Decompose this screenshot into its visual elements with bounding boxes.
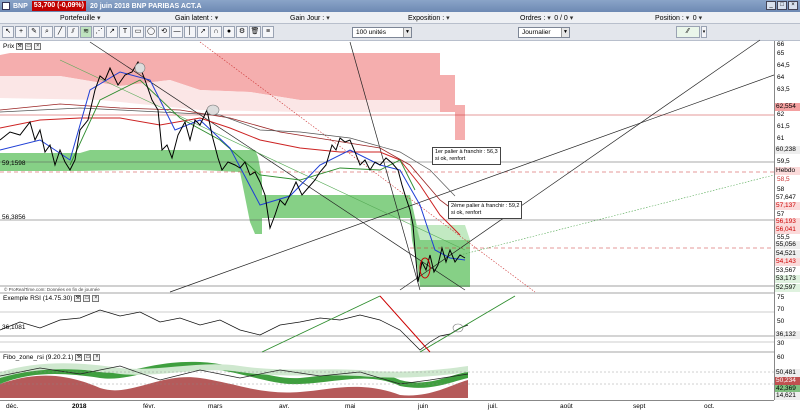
time-tick: oct.	[704, 403, 715, 410]
note-palier-1-line2: si ok, renfort	[451, 210, 482, 216]
highlight-circle-top	[134, 62, 146, 74]
price-tick: 61	[777, 135, 785, 142]
note-palier-2[interactable]: 1er palier à franchir : 56,3 si ok, renf…	[432, 147, 501, 165]
price-tick: 55,5	[777, 234, 790, 241]
chart-canvas[interactable]	[0, 0, 774, 400]
price-tick: 62	[777, 111, 785, 118]
price-tag: 57,137	[775, 202, 800, 210]
fibo-tag: 50,481	[775, 369, 800, 377]
price-tag: 54,521	[775, 250, 800, 258]
rsi-tick: 70	[777, 306, 785, 313]
rsi-level-label: 36,1081	[2, 324, 26, 331]
rsi-tick: 75	[777, 294, 785, 301]
price-tag: 52,597	[775, 284, 800, 292]
price-tag: 60,238	[775, 146, 800, 154]
time-tick: août	[560, 403, 573, 410]
fibo-axis[interactable]: 60 50,481 50,234 42,369 14,621	[774, 352, 800, 400]
time-tick: avr.	[279, 403, 290, 410]
fibo-zone-red	[0, 375, 468, 398]
maximize-icon[interactable]: □	[777, 1, 787, 10]
price-axis[interactable]: 66 65 64,5 64 63,5 62,554 62 61,5 61 60,…	[774, 41, 800, 293]
time-tick: févr.	[143, 403, 156, 410]
note-palier-1-line1: 2ème palier à franchir : 59,2	[451, 203, 520, 209]
price-tag: 57,647	[775, 194, 800, 202]
price-tag: 53,567	[775, 267, 800, 275]
note-palier-2-line1: 1er palier à franchir : 56,3	[435, 149, 498, 155]
fibo-tag: 50,234	[775, 377, 800, 385]
price-tick: 59,5	[777, 158, 790, 165]
time-tick: mai	[345, 403, 356, 410]
price-tick: 63,5	[777, 86, 790, 93]
fibo-tag: 14,621	[775, 392, 800, 400]
level-label-lower: 56,3856	[2, 214, 26, 221]
time-tick: mars	[208, 403, 223, 410]
price-tick: 64	[777, 74, 785, 81]
data-credit: © ProRealTime.com: Données en fin de jou…	[4, 287, 100, 292]
price-tick: 58,5	[777, 176, 790, 183]
price-tag: 56,041	[775, 226, 800, 234]
price-tick: 65	[777, 50, 785, 57]
price-tick: 58	[777, 186, 785, 193]
time-tick: sept	[633, 403, 646, 410]
rsi-trend-green-2	[419, 295, 516, 353]
hebdo-tag: Hebdo	[775, 167, 800, 175]
close-icon[interactable]: ×	[788, 1, 798, 10]
time-tick: juin	[418, 403, 429, 410]
time-tick: juil.	[488, 403, 498, 410]
price-tick: 57	[777, 211, 785, 218]
rsi-tag: 36,132	[775, 331, 800, 339]
price-tick: 66	[777, 41, 785, 48]
rsi-axis[interactable]: 75 70 50 36,132 30	[774, 293, 800, 352]
price-tag: 54,143	[775, 258, 800, 266]
fibo-tick: 60	[777, 354, 785, 361]
price-tag: 55,056	[775, 241, 800, 249]
note-palier-2-line2: si ok, renfort	[435, 156, 466, 162]
time-tick: 2018	[72, 403, 87, 410]
highlight-circle-mid	[206, 104, 220, 116]
price-tag: 62,554	[775, 103, 800, 111]
price-tick: 61,5	[777, 123, 790, 130]
price-tag: 56,193	[775, 218, 800, 226]
time-axis[interactable]: déc. 2018 févr. mars avr. mai juin juil.…	[0, 400, 774, 412]
note-palier-1[interactable]: 2ème palier à franchir : 59,2 si ok, ren…	[448, 201, 523, 219]
time-tick: déc.	[6, 403, 19, 410]
rsi-trend-green-1	[261, 295, 381, 353]
price-tick: 64,5	[777, 62, 790, 69]
level-label-upper: 59,1598	[2, 160, 26, 167]
rsi-tick: 30	[777, 340, 785, 347]
support-cloud-light	[415, 225, 470, 240]
rsi-tick: 50	[777, 318, 785, 325]
price-tag: 53,173	[775, 275, 800, 283]
